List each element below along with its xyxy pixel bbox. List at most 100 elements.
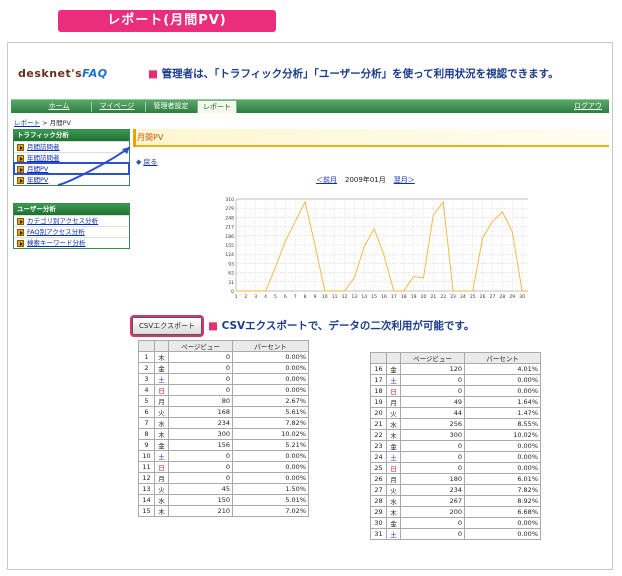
cell-pct: 10.02% bbox=[464, 429, 541, 441]
cell-pct: 6.68% bbox=[464, 506, 541, 518]
table-row: 23 金 0 0.00% bbox=[370, 440, 541, 452]
breadcrumb: レポート > 月間PV bbox=[14, 117, 71, 127]
back-label[interactable]: 戻る bbox=[143, 158, 157, 166]
cell-day: 25 bbox=[370, 462, 387, 474]
table-row: 26 月 180 6.01% bbox=[370, 473, 541, 485]
chart-xtick-label: 8 bbox=[304, 294, 307, 300]
cell-dow: 日 bbox=[154, 384, 169, 396]
chart-xtick-label: 19 bbox=[411, 294, 417, 300]
cell-dow: 木 bbox=[386, 429, 401, 441]
sidebar-user: ユーザー分析 カテゴリ別アクセス分析 FAQ別アクセス分析 検索キーワード分析 bbox=[13, 203, 130, 249]
cell-day: 7 bbox=[138, 417, 155, 429]
chart-ytick-label: 310 bbox=[225, 197, 234, 203]
cell-dow: 水 bbox=[386, 418, 401, 430]
cell-pv: 300 bbox=[400, 429, 465, 441]
sidebar-item-label[interactable]: 年間PV bbox=[27, 175, 48, 186]
sidebar-item-label[interactable]: 年間訪問者 bbox=[27, 153, 60, 164]
cell-pv: 0 bbox=[168, 472, 233, 484]
breadcrumb-report-link[interactable]: レポート bbox=[14, 119, 40, 127]
back-link[interactable]: ◆ 戻る bbox=[136, 157, 157, 167]
month-navigation: ＜前月 2009年01月 翌月＞ bbox=[316, 175, 415, 185]
chart-ytick-label: 186 bbox=[225, 234, 234, 240]
cell-dow: 月 bbox=[154, 395, 169, 407]
cell-pct: 0.00% bbox=[232, 450, 309, 462]
sidebar-item-label[interactable]: 月間訪問者 bbox=[27, 142, 60, 153]
next-month-link[interactable]: 翌月＞ bbox=[394, 176, 415, 184]
table-row: 7 水 234 7.82% bbox=[138, 417, 309, 429]
pv-table-right: ページビュー パーセント 16 金 120 4.01% 17 土 0 0.00% 18 日 0 0.0… bbox=[370, 352, 541, 540]
sidebar-item-search-keyword[interactable]: 検索キーワード分析 bbox=[14, 237, 129, 248]
cell-day: 9 bbox=[138, 439, 155, 451]
sidebar-item-yearly-pv[interactable]: 年間PV bbox=[14, 174, 129, 185]
cell-pv: 49 bbox=[400, 396, 465, 408]
chart-xtick-label: 28 bbox=[500, 294, 506, 300]
chart-xtick-label: 26 bbox=[480, 294, 486, 300]
csv-export-button[interactable]: CSVエクスポート bbox=[132, 317, 202, 335]
nav-logout[interactable]: ログアウト bbox=[571, 100, 605, 123]
sidebar-item-yearly-visitors[interactable]: 年間訪問者 bbox=[14, 152, 129, 163]
cell-pct: 5.01% bbox=[232, 494, 309, 506]
app-logo: desknet'sFAQ bbox=[18, 67, 108, 80]
table-row: 12 月 0 0.00% bbox=[138, 472, 309, 484]
prev-month-link[interactable]: ＜前月 bbox=[316, 176, 337, 184]
nav-home[interactable]: ホーム bbox=[37, 100, 81, 113]
table-row: 2 金 0 0.00% bbox=[138, 362, 309, 374]
cell-pct: 2.67% bbox=[232, 395, 309, 407]
page-banner: レポート(月間PV) bbox=[58, 10, 276, 32]
chart-xtick-label: 15 bbox=[371, 294, 377, 300]
csv-note-text: CSVエクスポートで、データの二次利用が可能です。 bbox=[221, 320, 475, 332]
cell-pct: 7.02% bbox=[232, 505, 309, 517]
table-row: 3 土 0 0.00% bbox=[138, 373, 309, 385]
table-row: 1 木 0 0.00% bbox=[138, 351, 309, 363]
cell-day: 28 bbox=[370, 495, 387, 507]
arrow-bullet-icon bbox=[17, 176, 24, 184]
sidebar-item-category-access[interactable]: カテゴリ別アクセス分析 bbox=[14, 215, 129, 226]
sidebar-item-label[interactable]: 月間PV bbox=[27, 164, 48, 175]
cell-pct: 7.82% bbox=[232, 417, 309, 429]
chart-xtick-label: 9 bbox=[313, 294, 316, 300]
cell-pv: 44 bbox=[400, 407, 465, 419]
chart-xtick-label: 30 bbox=[519, 294, 525, 300]
cell-day: 29 bbox=[370, 506, 387, 518]
chart-xtick-label: 2 bbox=[244, 294, 247, 300]
sidebar-item-faq-access[interactable]: FAQ別アクセス分析 bbox=[14, 226, 129, 237]
cell-day: 12 bbox=[138, 472, 155, 484]
cell-pv: 156 bbox=[168, 439, 233, 451]
sidebar-item-monthly-pv[interactable]: 月間PV bbox=[13, 162, 130, 175]
arrow-bullet-icon bbox=[17, 165, 24, 173]
sidebar-item-label[interactable]: 検索キーワード分析 bbox=[27, 238, 86, 249]
cell-dow: 日 bbox=[386, 385, 401, 397]
chart-xtick-label: 17 bbox=[391, 294, 397, 300]
chart-xtick-label: 4 bbox=[264, 294, 267, 300]
headline-text: 管理者は、「トラフィック分析」「ユーザー分析」を使って利用状況を視認できます。 bbox=[161, 68, 559, 80]
cell-dow: 木 bbox=[154, 505, 169, 517]
cell-day: 24 bbox=[370, 451, 387, 463]
cell-day: 10 bbox=[138, 450, 155, 462]
cell-day: 18 bbox=[370, 385, 387, 397]
cell-day: 4 bbox=[138, 384, 155, 396]
cell-pv: 0 bbox=[168, 362, 233, 374]
chart-xtick-label: 29 bbox=[509, 294, 515, 300]
arrow-bullet-icon bbox=[17, 143, 24, 151]
cell-day: 26 bbox=[370, 473, 387, 485]
nav-admin-settings[interactable]: 管理者設定 bbox=[147, 100, 195, 113]
cell-pct: 0.00% bbox=[464, 385, 541, 397]
table-row: 18 日 0 0.00% bbox=[370, 385, 541, 397]
nav-mypage[interactable]: マイページ bbox=[95, 100, 139, 113]
chart-xtick-label: 20 bbox=[421, 294, 427, 300]
pv-table-left: ページビュー パーセント 1 木 0 0.00% 2 金 0 0.00% 3 土 0 0.00% 4 日 0… bbox=[138, 340, 309, 517]
cell-pct: 8.55% bbox=[464, 418, 541, 430]
col-percent: パーセント bbox=[464, 352, 541, 364]
section-title: 月間PV bbox=[137, 133, 164, 142]
cell-pv: 0 bbox=[168, 373, 233, 385]
table-row: 8 木 300 10.02% bbox=[138, 428, 309, 440]
sidebar-item-monthly-visitors[interactable]: 月間訪問者 bbox=[14, 141, 129, 152]
sidebar-item-label[interactable]: カテゴリ別アクセス分析 bbox=[27, 216, 98, 227]
cell-day: 11 bbox=[138, 461, 155, 473]
sidebar-item-label[interactable]: FAQ別アクセス分析 bbox=[27, 227, 85, 238]
table-row: 11 日 0 0.00% bbox=[138, 461, 309, 473]
cell-pct: 8.92% bbox=[464, 495, 541, 507]
nav-report[interactable]: レポート bbox=[197, 100, 237, 113]
cell-pct: 0.00% bbox=[464, 462, 541, 474]
cell-pct: 0.00% bbox=[232, 362, 309, 374]
